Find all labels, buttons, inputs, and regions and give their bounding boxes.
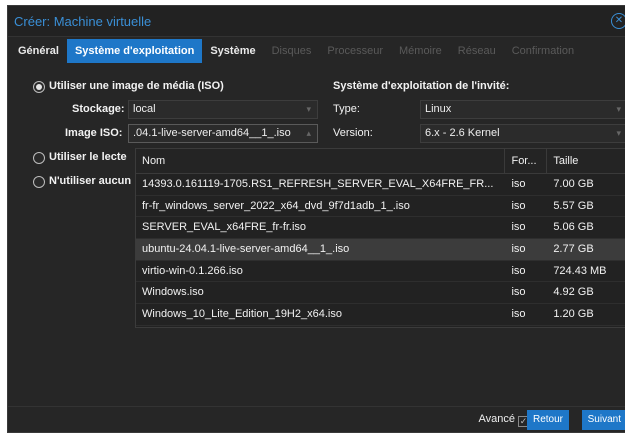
- chevron-down-icon: ▾: [616, 104, 621, 114]
- iso-image-label: Image ISO:: [65, 127, 123, 139]
- column-header-size[interactable]: Taille: [547, 149, 625, 173]
- iso-image-select[interactable]: .04.1-live-server-amd64__1_.iso ▴: [128, 124, 318, 143]
- iso-list-row[interactable]: fr-fr_windows_server_2022_x64_dvd_9f7d1a…: [136, 196, 625, 218]
- chevron-down-icon: ▾: [306, 104, 311, 114]
- chevron-up-icon: ▴: [306, 128, 311, 138]
- iso-name-cell: Windows.iso: [142, 286, 204, 299]
- iso-image-value: .04.1-live-server-amd64__1_.iso: [133, 127, 291, 139]
- iso-name-cell: ubuntu-24.04.1-live-server-amd64__1_.iso: [142, 243, 350, 256]
- dialog-title: Créer: Machine virtuelle: [14, 13, 152, 29]
- use-drive-label: Utiliser le lecte: [49, 151, 127, 163]
- iso-list-row[interactable]: SERVER_EVAL_x64FRE_fr-fr.iso iso 5.06 GB: [136, 217, 625, 240]
- iso-format-cell: iso: [511, 243, 526, 256]
- dialog-footer: Avancé ✓ Retour Suivant: [8, 406, 625, 432]
- tab-système[interactable]: Système: [202, 39, 263, 63]
- iso-size-cell: 7.00 GB: [553, 178, 594, 190]
- iso-list-header: Nom For... Taille: [136, 149, 625, 174]
- iso-format-cell: iso: [511, 221, 526, 234]
- iso-list-body: 14393.0.161119-1705.RS1_REFRESH_SERVER_E…: [136, 174, 625, 326]
- iso-format-cell: iso: [511, 264, 526, 277]
- dialog-titlebar: Créer: Machine virtuelle ✕: [8, 6, 625, 37]
- iso-format-cell: iso: [511, 199, 526, 212]
- iso-list-row[interactable]: ubuntu-24.04.1-live-server-amd64__1_.iso…: [136, 239, 625, 261]
- tab-réseau: Réseau: [457, 45, 496, 57]
- iso-size-cell: 5.06 GB: [553, 221, 594, 234]
- column-header-format[interactable]: For...: [505, 149, 548, 173]
- wizard-tabs: Général Système d'exploitation Système Disq…: [8, 39, 625, 63]
- iso-list-row[interactable]: Windows.iso iso 4.92 GB: [136, 282, 625, 305]
- os-type-select[interactable]: Linux ▾: [420, 100, 625, 119]
- create-vm-dialog: Créer: Machine virtuelle ✕ Général Systèm…: [7, 5, 625, 433]
- column-header-name[interactable]: Nom: [136, 149, 506, 173]
- iso-size-cell: 2.77 GB: [553, 243, 594, 256]
- iso-format-cell: iso: [511, 286, 526, 299]
- tab-disques: Disques: [271, 45, 312, 57]
- iso-name-cell: 14393.0.161119-1705.RS1_REFRESH_SERVER_E…: [142, 178, 494, 190]
- iso-format-cell: iso: [511, 178, 526, 190]
- tab-mémoire: Mémoire: [399, 45, 442, 57]
- iso-name-cell: fr-fr_windows_server_2022_x64_dvd_9f7d1a…: [142, 199, 410, 212]
- os-type-value: Linux: [425, 103, 452, 115]
- storage-label: Stockage:: [72, 103, 125, 115]
- tab-général[interactable]: Général: [10, 39, 67, 63]
- chevron-down-icon: ▾: [616, 128, 621, 138]
- iso-dropdown-list[interactable]: Nom For... Taille 14393.0.161119-1705.RS…: [135, 148, 625, 328]
- no-media-radio[interactable]: [33, 176, 45, 188]
- iso-format-cell: iso: [511, 308, 526, 321]
- tab-confirmation: Confirmation: [511, 45, 575, 57]
- iso-name-cell: SERVER_EVAL_x64FRE_fr-fr.iso: [142, 221, 307, 234]
- os-version-label: Version:: [333, 127, 373, 139]
- iso-list-row[interactable]: 14393.0.161119-1705.RS1_REFRESH_SERVER_E…: [136, 174, 625, 196]
- no-media-label: N'utiliser aucun: [49, 175, 132, 187]
- use-iso-label: Utiliser une image de média (ISO): [49, 80, 224, 92]
- back-button[interactable]: Retour: [526, 410, 569, 430]
- storage-select[interactable]: local ▾: [128, 100, 318, 119]
- close-icon[interactable]: ✕: [611, 13, 625, 29]
- tab-processeur: Processeur: [327, 45, 383, 57]
- iso-name-cell: virtio-win-0.1.266.iso: [142, 264, 243, 277]
- os-version-value: 6.x - 2.6 Kernel: [425, 127, 500, 139]
- iso-size-cell: 4.92 GB: [553, 286, 594, 299]
- advanced-toggle[interactable]: Avancé ✓: [478, 413, 529, 427]
- next-button[interactable]: Suivant: [581, 410, 625, 430]
- iso-size-cell: 1.20 GB: [553, 308, 594, 321]
- use-drive-radio[interactable]: [33, 152, 45, 164]
- use-iso-radio[interactable]: [33, 81, 45, 93]
- iso-size-cell: 724.43 MB: [553, 264, 607, 277]
- iso-size-cell: 5.57 GB: [553, 199, 594, 212]
- tab-système-d-exploitation[interactable]: Système d'exploitation: [66, 39, 203, 63]
- os-version-select[interactable]: 6.x - 2.6 Kernel ▾: [420, 124, 625, 143]
- storage-value: local: [133, 103, 156, 115]
- advanced-label: Avancé: [478, 413, 516, 425]
- iso-list-row[interactable]: Windows_10_Lite_Edition_19H2_x64.iso iso 1…: [136, 304, 625, 326]
- iso-name-cell: Windows_10_Lite_Edition_19H2_x64.iso: [142, 308, 342, 321]
- guest-os-heading: Système d'exploitation de l'invité:: [333, 80, 510, 92]
- os-type-label: Type:: [333, 103, 360, 115]
- iso-list-row[interactable]: virtio-win-0.1.266.iso iso 724.43 MB: [136, 261, 625, 283]
